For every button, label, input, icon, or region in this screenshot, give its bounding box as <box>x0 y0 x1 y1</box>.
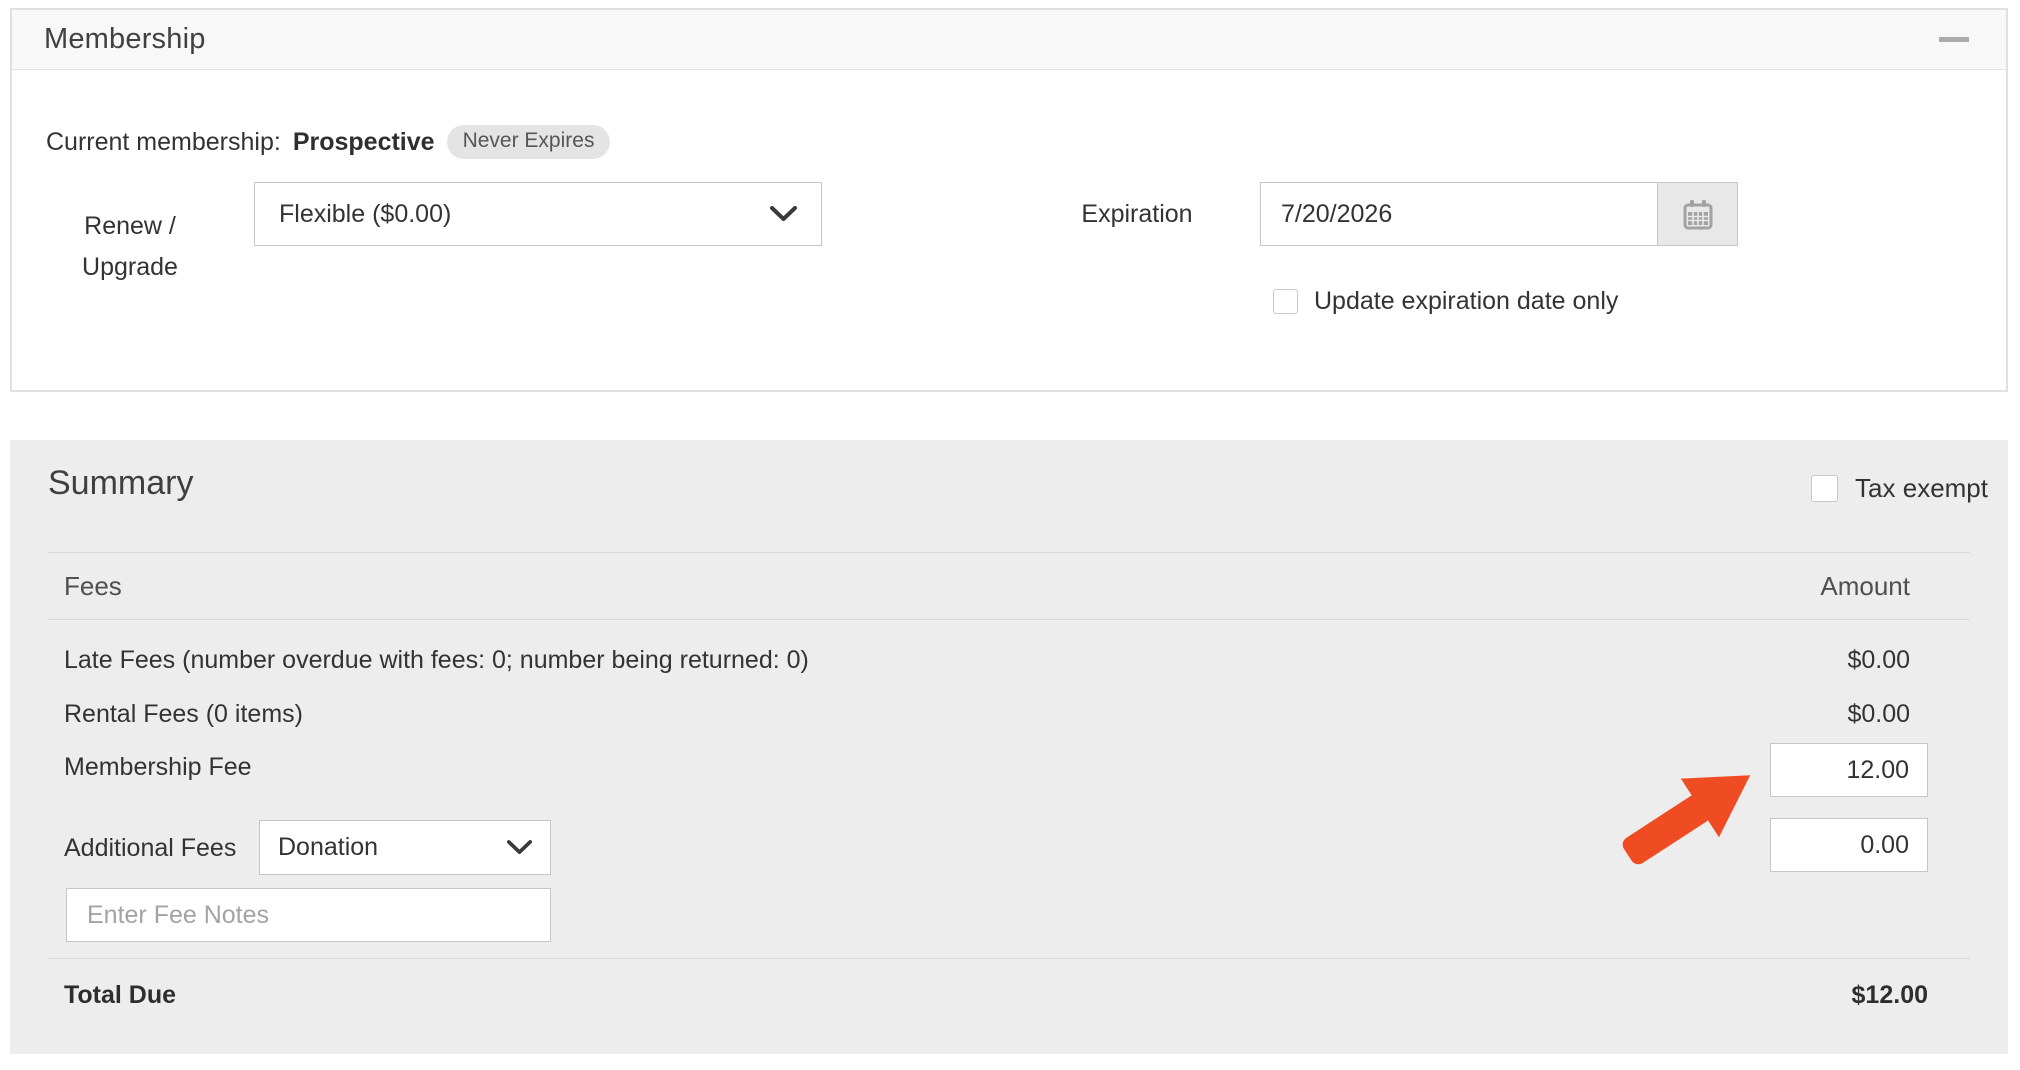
page: Membership Current membership: Prospecti… <box>0 0 2020 1070</box>
additional-fees-label: Additional Fees <box>64 832 236 864</box>
update-expiration-label: Update expiration date only <box>1314 287 1618 316</box>
calendar-button[interactable] <box>1658 182 1738 246</box>
membership-fee-input[interactable] <box>1770 743 1928 797</box>
membership-panel-title: Membership <box>44 23 206 56</box>
total-due-amount: $12.00 <box>1852 979 1928 1011</box>
additional-fees-select-value: Donation <box>278 833 378 862</box>
fee-notes-input[interactable] <box>66 888 551 942</box>
expiration-field-group <box>1260 182 1738 246</box>
renew-upgrade-select[interactable]: Flexible ($0.00) <box>254 182 822 246</box>
red-arrow-annotation <box>1614 774 1776 876</box>
amount-column-header: Amount <box>1820 571 1910 602</box>
current-membership-line: Current membership: Prospective Never Ex… <box>46 125 610 159</box>
update-expiration-checkbox[interactable] <box>1273 289 1298 314</box>
tax-exempt-row: Tax exempt <box>1811 473 1988 504</box>
tax-exempt-checkbox[interactable] <box>1811 475 1838 502</box>
divider <box>48 552 1970 553</box>
summary-title: Summary <box>48 464 193 503</box>
late-fees-amount: $0.00 <box>1847 644 1910 676</box>
calendar-icon <box>1680 196 1716 232</box>
divider <box>48 619 1970 620</box>
current-membership-value: Prospective <box>293 128 435 157</box>
membership-panel-header: Membership <box>12 10 2006 70</box>
renew-upgrade-select-value: Flexible ($0.00) <box>279 200 451 229</box>
fees-column-header: Fees <box>64 571 122 602</box>
never-expires-badge: Never Expires <box>447 125 611 159</box>
rental-fees-label: Rental Fees (0 items) <box>64 698 303 730</box>
additional-fees-select[interactable]: Donation <box>259 820 551 875</box>
total-due-label: Total Due <box>64 979 176 1011</box>
membership-panel: Membership Current membership: Prospecti… <box>10 8 2008 392</box>
chevron-down-icon <box>507 840 532 855</box>
expiration-date-input[interactable] <box>1260 182 1658 246</box>
divider <box>48 958 1970 959</box>
collapse-panel-button[interactable] <box>1934 20 1974 60</box>
current-membership-label: Current membership: <box>46 128 281 157</box>
minus-icon <box>1939 37 1969 42</box>
renew-upgrade-label: Renew / Upgrade <box>64 206 196 288</box>
tax-exempt-label: Tax exempt <box>1855 473 1988 504</box>
chevron-down-icon <box>770 206 797 222</box>
update-expiration-row: Update expiration date only <box>1273 287 1618 316</box>
late-fees-label: Late Fees (number overdue with fees: 0; … <box>64 644 809 676</box>
membership-fee-label: Membership Fee <box>64 751 252 783</box>
rental-fees-amount: $0.00 <box>1847 698 1910 730</box>
additional-fee-input[interactable] <box>1770 818 1928 872</box>
expiration-label: Expiration <box>1062 182 1212 246</box>
summary-panel: Summary Tax exempt Fees Amount Late Fees… <box>10 440 2008 1054</box>
